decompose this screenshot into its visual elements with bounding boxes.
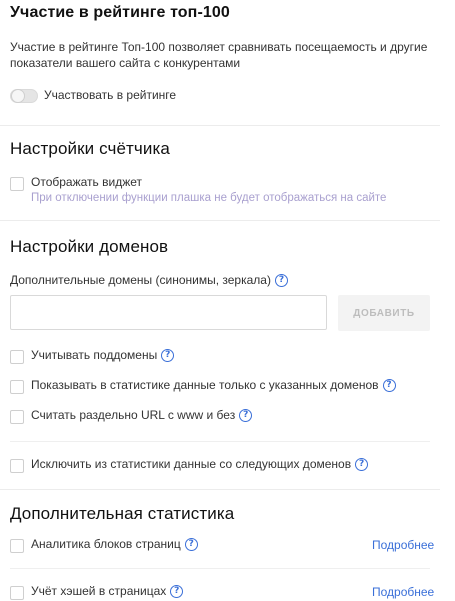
hashes-checkbox[interactable]	[10, 586, 24, 600]
widget-label: Отображать виджет	[31, 175, 142, 189]
section-divider	[0, 220, 440, 221]
exclude-checkbox[interactable]	[10, 459, 24, 473]
subdomains-checkbox[interactable]	[10, 350, 24, 364]
exclude-label-text: Исключить из статистики данные со следую…	[31, 457, 352, 471]
help-icon[interactable]: ?	[239, 409, 253, 423]
extra-stats-section-title: Дополнительная статистика	[10, 504, 235, 523]
domain-input[interactable]	[10, 295, 327, 330]
www-separate-label-text: Считать раздельно URL с www и без	[31, 408, 236, 422]
section-divider	[0, 125, 440, 126]
rating-section-title: Участие в рейтинге топ-100	[10, 4, 230, 21]
extra-domains-label-text: Дополнительные домены (синонимы, зеркала…	[10, 273, 271, 287]
blocks-label-text: Аналитика блоков страниц	[31, 537, 181, 551]
counter-section-title: Настройки счётчика	[10, 139, 170, 158]
domains-section-title: Настройки доменов	[10, 237, 169, 256]
add-domain-button[interactable]: ДОБАВИТЬ	[338, 295, 430, 331]
toggle-knob	[11, 89, 25, 103]
exclude-label: Исключить из статистики данные со следую…	[31, 454, 369, 474]
only-listed-label: Показывать в статистике данные только с …	[31, 375, 396, 395]
subdomains-label: Учитывать поддомены?	[31, 345, 175, 365]
hashes-label: Учёт хэшей в страницах?	[31, 581, 184, 601]
only-listed-checkbox[interactable]	[10, 380, 24, 394]
help-icon[interactable]: ?	[161, 349, 175, 363]
www-separate-checkbox[interactable]	[10, 410, 24, 424]
rating-toggle[interactable]	[10, 89, 38, 103]
only-listed-label-text: Показывать в статистике данные только с …	[31, 378, 379, 392]
widget-hint: При отключении функции плашка не будет о…	[31, 192, 387, 204]
subdomains-label-text: Учитывать поддомены	[31, 348, 158, 362]
help-icon[interactable]: ?	[184, 538, 198, 552]
help-icon[interactable]: ?	[355, 458, 369, 472]
help-icon[interactable]: ?	[274, 274, 288, 288]
help-icon[interactable]: ?	[382, 379, 396, 393]
help-icon[interactable]: ?	[170, 585, 184, 599]
hashes-label-text: Учёт хэшей в страницах	[31, 584, 167, 598]
hashes-more-link[interactable]: Подробнее	[372, 585, 434, 599]
blocks-label: Аналитика блоков страниц?	[31, 534, 198, 554]
row-divider	[10, 441, 430, 442]
www-separate-label: Считать раздельно URL с www и без?	[31, 405, 253, 425]
row-divider	[10, 568, 430, 569]
rating-toggle-label: Участвовать в рейтинге	[44, 88, 177, 102]
extra-domains-label: Дополнительные домены (синонимы, зеркала…	[10, 270, 288, 290]
rating-description-line2: показатели вашего сайта с конкурентами	[10, 56, 241, 70]
section-divider	[0, 489, 440, 490]
blocks-checkbox[interactable]	[10, 539, 24, 553]
blocks-more-link[interactable]: Подробнее	[372, 538, 434, 552]
widget-checkbox[interactable]	[10, 177, 24, 191]
